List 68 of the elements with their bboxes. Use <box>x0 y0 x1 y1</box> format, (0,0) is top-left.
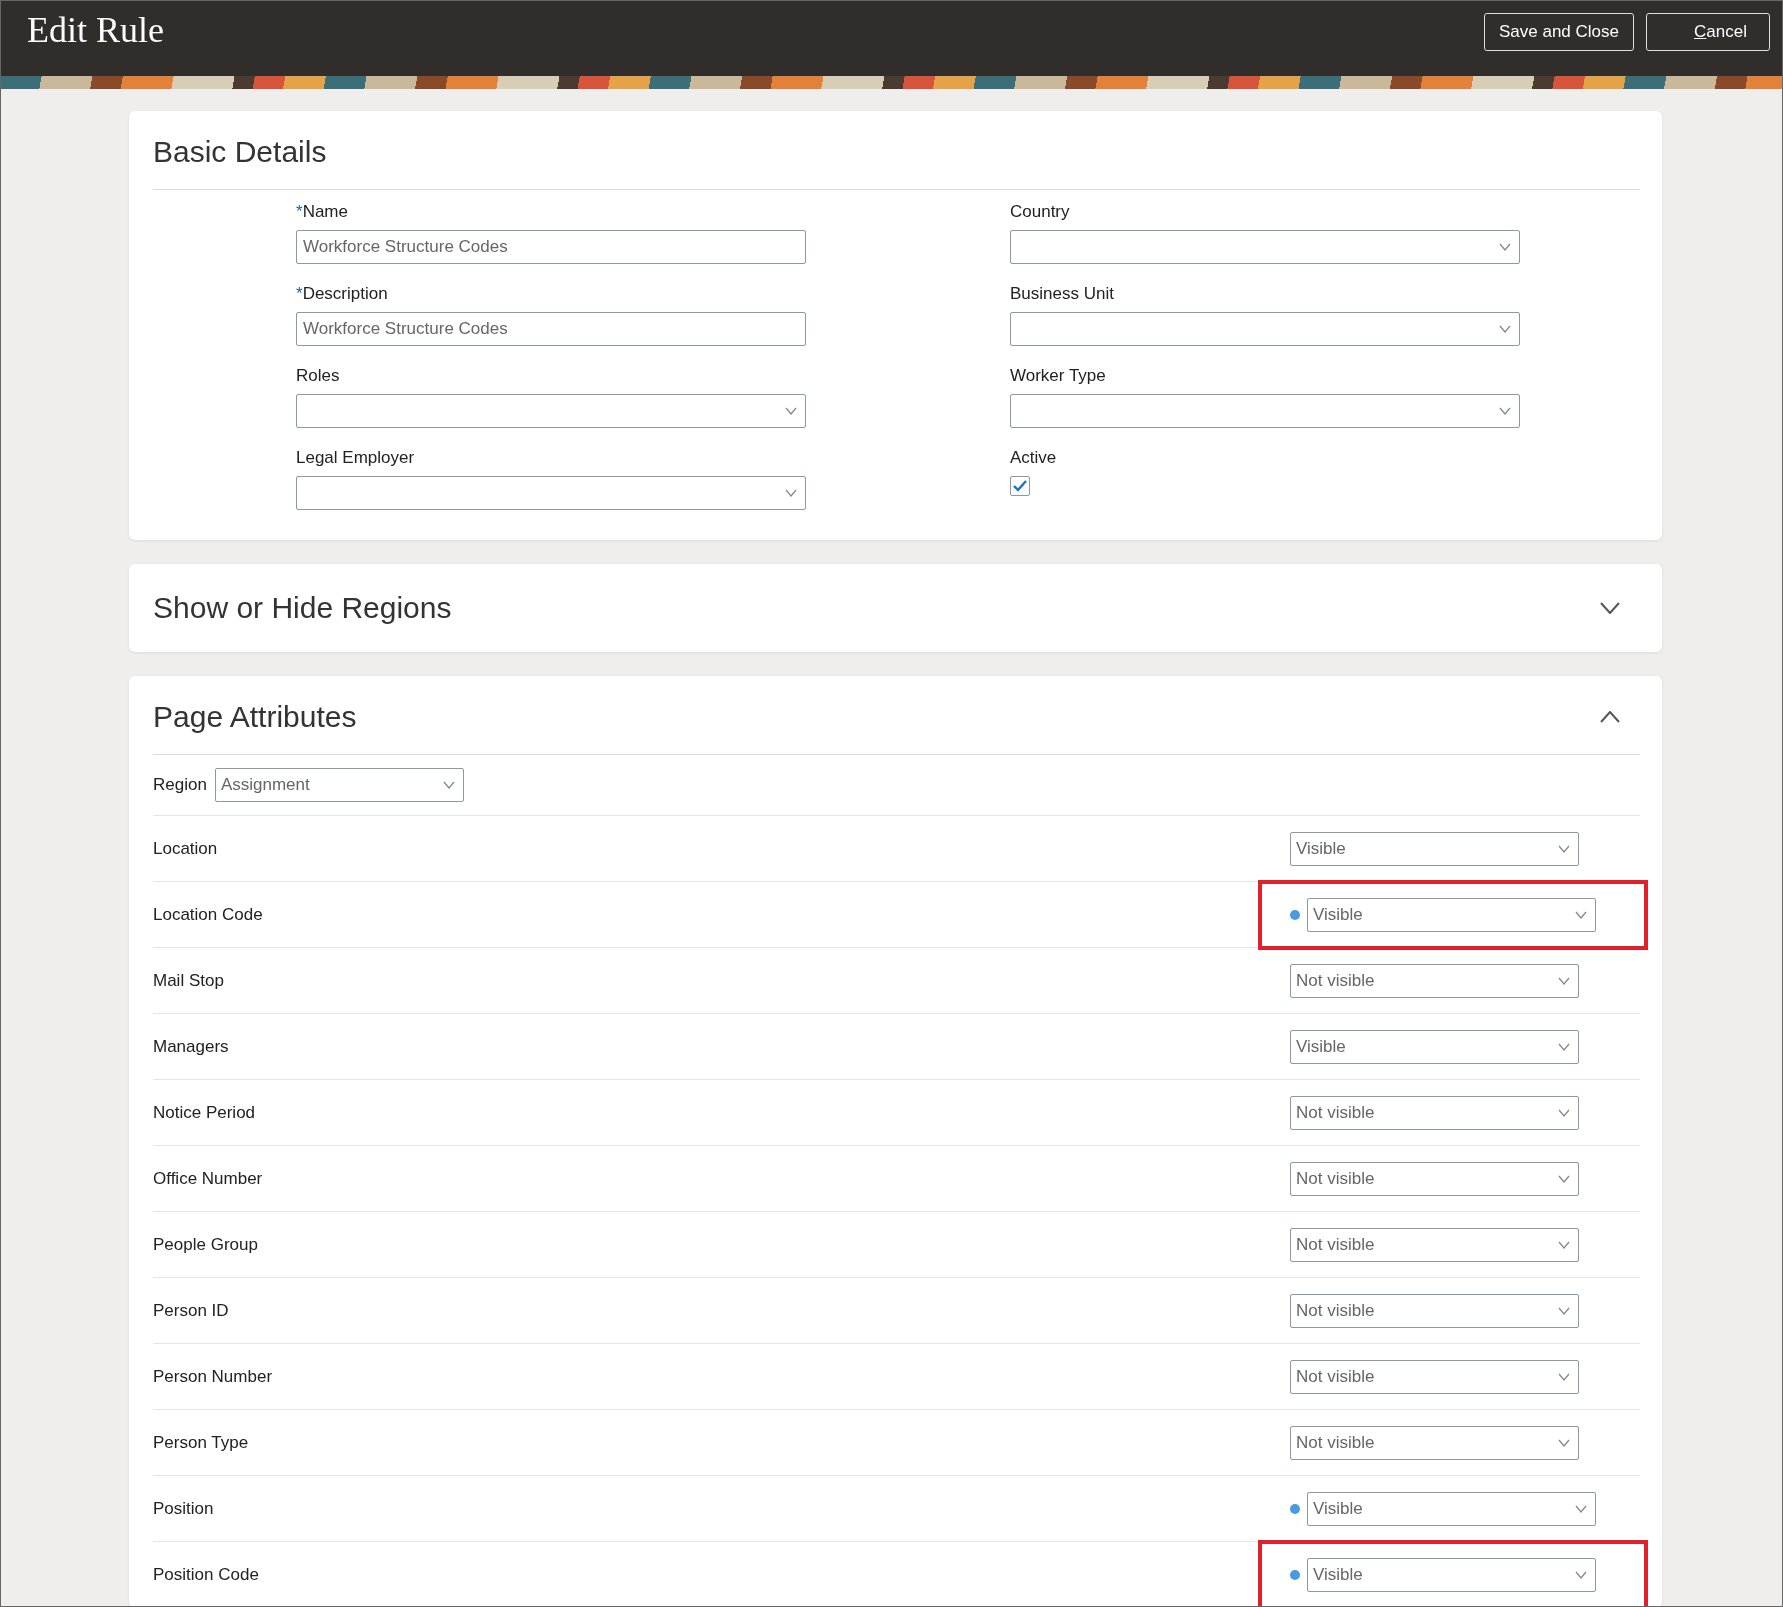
dropdown-field[interactable] <box>296 394 806 428</box>
expand-icon[interactable] <box>1600 602 1620 614</box>
chevron-down-icon <box>1558 1042 1570 1051</box>
attribute-label: Managers <box>153 1036 229 1057</box>
attribute-label: Office Number <box>153 1168 263 1189</box>
save-and-close-button[interactable]: Save and Close <box>1483 12 1634 51</box>
attribute-label: Person Type <box>153 1432 249 1453</box>
chevron-down-icon <box>1575 1570 1587 1579</box>
dropdown-field[interactable] <box>296 476 806 510</box>
attribute-label: Location <box>153 838 218 859</box>
page-title: Edit Rule <box>27 8 164 51</box>
field-label: Region <box>153 775 207 795</box>
text-field[interactable]: Workforce Structure Codes <box>296 230 806 264</box>
dropdown-field[interactable]: Not visible <box>1290 1095 1579 1130</box>
attribute-label: Notice Period <box>153 1102 256 1123</box>
dropdown-field[interactable]: Not visible <box>1290 1161 1579 1196</box>
chevron-down-icon <box>1558 1372 1570 1381</box>
chevron-down-icon <box>1575 910 1587 919</box>
field-label: Business Unit <box>1010 284 1115 304</box>
chevron-down-icon <box>1558 1108 1570 1117</box>
section-title: Basic Details <box>153 135 327 169</box>
chevron-down-icon <box>442 781 455 789</box>
cancel-button[interactable]: Cancel <box>1646 12 1770 51</box>
chevron-down-icon <box>785 489 797 497</box>
dropdown-field[interactable]: Not visible <box>1290 1425 1579 1460</box>
attribute-label: Person Number <box>153 1366 273 1387</box>
field-label: Country <box>1010 202 1071 222</box>
dropdown-field[interactable] <box>1010 230 1520 264</box>
dropdown-field[interactable]: Visible <box>1307 1557 1596 1592</box>
chevron-down-icon <box>1558 1306 1570 1315</box>
collapse-icon[interactable] <box>1600 711 1620 723</box>
attribute-label: Location Code <box>153 904 263 925</box>
section-title: Show or Hide Regions <box>153 591 452 625</box>
chevron-down-icon <box>1499 243 1511 251</box>
chevron-down-icon <box>1499 325 1511 333</box>
chevron-down-icon <box>1558 1240 1570 1249</box>
dropdown-field[interactable]: Visible <box>1307 897 1596 932</box>
chevron-down-icon <box>1558 1438 1570 1447</box>
dropdown-field[interactable] <box>1010 394 1520 428</box>
chevron-down-icon <box>1575 1504 1587 1513</box>
dropdown-field[interactable]: Assignment <box>214 768 464 802</box>
field-label: Roles <box>296 366 341 386</box>
chevron-down-icon <box>1558 844 1570 853</box>
chevron-down-icon <box>785 407 797 415</box>
field-label: Worker Type <box>1010 366 1107 386</box>
chevron-down-icon <box>1499 407 1511 415</box>
dropdown-field[interactable]: Visible <box>1307 1491 1596 1526</box>
field-label: Legal Employer <box>296 448 416 468</box>
field-label: *Name <box>296 202 349 222</box>
field-label: *Description <box>296 284 389 304</box>
text-field[interactable]: Workforce Structure Codes <box>296 312 806 346</box>
chevron-down-icon <box>1558 1174 1570 1183</box>
attribute-label: Position <box>153 1498 214 1519</box>
attribute-label: Mail Stop <box>153 970 224 991</box>
attribute-label: Person ID <box>153 1300 229 1321</box>
checkbox[interactable] <box>1010 476 1030 496</box>
attribute-label: People Group <box>153 1234 258 1255</box>
section-title: Page Attributes <box>153 700 357 734</box>
dropdown-field[interactable]: Visible <box>1290 831 1579 866</box>
attribute-label: Position Code <box>153 1564 259 1585</box>
dropdown-field[interactable]: Not visible <box>1290 1293 1579 1328</box>
chevron-down-icon <box>1558 976 1570 985</box>
dropdown-field[interactable]: Not visible <box>1290 963 1579 998</box>
dropdown-field[interactable]: Visible <box>1290 1029 1579 1064</box>
dropdown-field[interactable]: Not visible <box>1290 1359 1579 1394</box>
field-label: Active <box>1010 448 1058 468</box>
dropdown-field[interactable] <box>1010 312 1520 346</box>
dropdown-field[interactable]: Not visible <box>1290 1227 1579 1262</box>
